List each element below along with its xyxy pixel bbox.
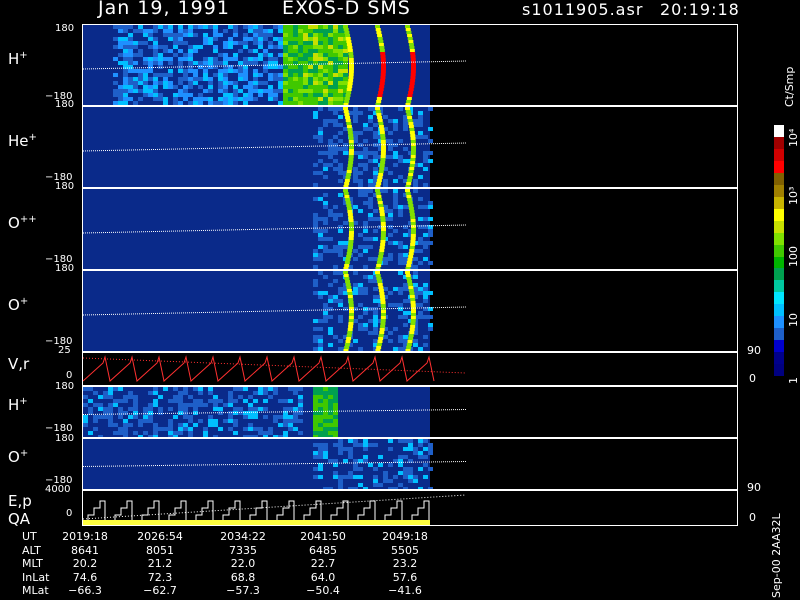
colorbar-label: 1 (787, 377, 800, 384)
rtick-top: 90 (747, 481, 761, 494)
colorbar (774, 125, 784, 377)
panel-label-he: He+ (8, 132, 37, 150)
ytick-top: 180 (55, 23, 75, 34)
panel-label-o: O+ (8, 296, 29, 314)
panel-frame-he (82, 106, 738, 188)
orbit-cell: −41.6 (388, 584, 422, 597)
colorbar-cell (774, 340, 784, 353)
orbit-row-label: ALT (22, 543, 41, 557)
orbit-cell: 5505 (391, 543, 419, 557)
colorbar-cell (774, 160, 784, 173)
colorbar-cell (774, 125, 784, 137)
colorbar-cell (774, 148, 784, 161)
panel-frame-o (82, 270, 738, 352)
ytick-bottom: 0 (66, 508, 73, 519)
orbit-cell: 23.2 (392, 557, 418, 570)
orbit-cell: −50.4 (306, 584, 340, 597)
orbit-cell: 72.3 (147, 570, 173, 584)
colorbar-cell (774, 292, 784, 305)
panel-label-energy: E,p (8, 492, 32, 510)
orbit-cell: 6485 (309, 543, 337, 557)
colorbar-cell (774, 184, 784, 197)
colorbar-cell (774, 244, 784, 257)
orbit-cell: −62.7 (143, 584, 177, 597)
orbit-row-label: MLat (22, 584, 49, 597)
rtick-bottom: 0 (749, 511, 756, 524)
orbit-cell: 2049:18 (382, 530, 428, 543)
orbit-cell: 8641 (71, 543, 99, 557)
panel-frame-velocity (82, 352, 738, 386)
footer-code: Sep-00 2AA32L (770, 513, 783, 598)
colorbar-cell (774, 220, 784, 233)
panel-frame-h (82, 24, 738, 106)
colorbar-cell (774, 196, 784, 209)
colorbar-cell (774, 316, 784, 329)
panel-frame-energy (82, 490, 738, 526)
header-filename: s1011905.asr (522, 0, 644, 19)
ytick-top: 25 (58, 345, 71, 356)
colorbar-cell (774, 304, 784, 317)
colorbar-cell (774, 256, 784, 269)
colorbar-cell (774, 364, 784, 377)
ytick-top: 180 (55, 381, 75, 392)
orbit-cell: 22.7 (310, 557, 336, 570)
orbit-cell: 74.6 (72, 570, 98, 584)
colorbar-cell (774, 280, 784, 293)
orbit-cell: 57.6 (392, 570, 418, 584)
ytick-bottom: 0 (66, 370, 73, 381)
orbit-row-label: InLat (22, 570, 50, 584)
panel-label-qa: QA (8, 510, 31, 528)
header-date: Jan 19, 1991 (98, 0, 230, 19)
orbit-row-label: MLT (22, 557, 43, 570)
header-instrument: EXOS-D SMS (282, 0, 411, 19)
orbit-cell: 2041:50 (300, 530, 346, 543)
colorbar-cell (774, 352, 784, 365)
colorbar-label: 10³ (787, 186, 800, 205)
ytick-top: 180 (55, 263, 75, 274)
orbit-cell: −66.3 (68, 584, 102, 597)
orbit-cell: 20.2 (72, 557, 98, 570)
orbit-cell: 64.0 (310, 570, 336, 584)
orbit-cell: 2026:54 (137, 530, 183, 543)
colorbar-cell (774, 172, 784, 185)
panel-frame-h-small (82, 386, 738, 438)
header-time: 20:19:18 (660, 0, 740, 19)
panel-label-o-small: O+ (8, 448, 29, 466)
orbit-cell: 2019:18 (62, 530, 108, 543)
panel-label-opp: O++ (8, 214, 37, 232)
orbit-cell: 7335 (229, 543, 257, 557)
ytick-top: 180 (55, 433, 75, 444)
panel-label-h-small: H+ (8, 396, 28, 414)
orbit-cell: 2034:22 (220, 530, 266, 543)
orbit-cell: 21.2 (147, 557, 173, 570)
ytick-top: 4000 (45, 484, 71, 495)
ytick-top: 180 (55, 99, 75, 110)
colorbar-cell (774, 268, 784, 281)
rtick-top: 90 (747, 344, 761, 357)
colorbar-units: Ct/Smp (783, 66, 796, 107)
panel-frame-opp (82, 188, 738, 270)
ytick-top: 180 (55, 181, 75, 192)
colorbar-label: 100 (787, 246, 800, 267)
colorbar-label: 10 (787, 313, 800, 327)
panel-frame-o-small (82, 438, 738, 490)
panel-label-velocity: V,r (8, 355, 30, 373)
colorbar-cell (774, 328, 784, 341)
rtick-bottom: 0 (749, 372, 756, 385)
orbit-cell: 8051 (146, 543, 174, 557)
colorbar-cell (774, 136, 784, 149)
panel-label-h: H+ (8, 50, 28, 68)
orbit-cell: −57.3 (226, 584, 260, 597)
colorbar-cell (774, 232, 784, 245)
colorbar-cell (774, 208, 784, 221)
colorbar-label: 10⁴ (787, 128, 800, 147)
orbit-cell: 22.0 (230, 557, 256, 570)
orbit-row-label: UT (22, 530, 37, 543)
orbit-cell: 68.8 (230, 570, 256, 584)
